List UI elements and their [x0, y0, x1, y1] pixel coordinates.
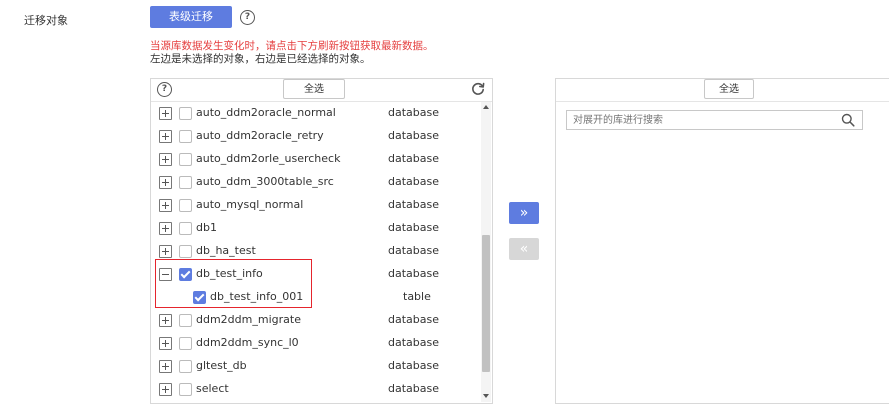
row-checkbox[interactable]: [179, 107, 192, 120]
tree-row[interactable]: auto_ddm_3000table_src database: [151, 171, 481, 194]
help-icon[interactable]: ?: [240, 10, 255, 25]
tree-row[interactable]: ddm2ddm_sync_l0 database: [151, 332, 481, 355]
row-name: gltest_db: [196, 359, 247, 372]
move-right-button[interactable]: »: [509, 202, 539, 224]
selection-hint-text: 左边是未选择的对象，右边是已经选择的对象。: [150, 53, 371, 65]
selected-objects-header: 全选: [556, 79, 889, 102]
row-checkbox[interactable]: [179, 130, 192, 143]
expand-icon[interactable]: [159, 153, 172, 166]
row-name: auto_ddm2oracle_normal: [196, 106, 336, 119]
available-objects-panel: ? 全选 auto_ddm2oracle_normal database auto_…: [150, 78, 493, 404]
expand-icon[interactable]: [159, 360, 172, 373]
row-name: auto_mysql_normal: [196, 198, 304, 211]
scroll-down-icon[interactable]: [483, 394, 489, 398]
expand-icon[interactable]: [159, 130, 172, 143]
row-checkbox[interactable]: [179, 222, 192, 235]
row-type: database: [388, 175, 439, 188]
row-name: ddm2ddm_sync_l0: [196, 336, 299, 349]
expand-icon[interactable]: [159, 245, 172, 258]
row-name: db1: [196, 221, 217, 234]
row-type: database: [388, 106, 439, 119]
row-checkbox[interactable]: [179, 245, 192, 258]
row-type: database: [388, 129, 439, 142]
tree-row[interactable]: ddm2ddm_migrate database: [151, 309, 481, 332]
scroll-up-icon[interactable]: [483, 105, 489, 109]
migration-object-label: 迁移对象: [24, 14, 68, 27]
row-name: ddm2ddm_migrate: [196, 313, 301, 326]
row-name: select: [196, 382, 229, 395]
row-type: database: [388, 313, 439, 326]
move-left-button[interactable]: «: [509, 238, 539, 260]
row-type: database: [388, 336, 439, 349]
expand-icon[interactable]: [159, 199, 172, 212]
row-name: auto_ddm2oracle_retry: [196, 129, 324, 142]
search-input[interactable]: [566, 110, 863, 130]
row-checkbox[interactable]: [179, 337, 192, 350]
row-name: auto_ddm_3000table_src: [196, 175, 334, 188]
select-all-button[interactable]: 全选: [283, 79, 345, 99]
expand-icon[interactable]: [159, 383, 172, 396]
row-type: database: [388, 221, 439, 234]
row-type: database: [388, 198, 439, 211]
tree-row[interactable]: auto_ddm2orle_usercheck database: [151, 148, 481, 171]
table-level-migration-button[interactable]: 表级迁移: [150, 6, 232, 28]
selection-highlight: [155, 259, 312, 308]
row-name: db_ha_test: [196, 244, 256, 257]
expand-icon[interactable]: [159, 314, 172, 327]
row-type: database: [388, 244, 439, 257]
selected-objects-panel: 全选: [555, 78, 889, 404]
row-type: database: [388, 382, 439, 395]
tree-row[interactable]: auto_ddm2oracle_retry database: [151, 125, 481, 148]
expand-icon[interactable]: [159, 176, 172, 189]
row-checkbox[interactable]: [179, 153, 192, 166]
row-type: database: [388, 152, 439, 165]
row-type: table: [403, 290, 431, 303]
row-type: database: [388, 267, 439, 280]
row-checkbox[interactable]: [179, 199, 192, 212]
tree-row[interactable]: auto_ddm2oracle_normal database: [151, 102, 481, 125]
expand-icon[interactable]: [159, 222, 172, 235]
scrollbar-thumb[interactable]: [482, 235, 490, 372]
expand-icon[interactable]: [159, 337, 172, 350]
tree-row[interactable]: select database: [151, 378, 481, 401]
search-icon[interactable]: [841, 113, 855, 127]
tree-row[interactable]: auto_mysql_normal database: [151, 194, 481, 217]
panel-help-icon[interactable]: ?: [157, 82, 172, 97]
scrollbar[interactable]: [481, 102, 491, 402]
row-name: auto_ddm2orle_usercheck: [196, 152, 341, 165]
row-checkbox[interactable]: [179, 360, 192, 373]
row-checkbox[interactable]: [179, 314, 192, 327]
refresh-icon[interactable]: [470, 81, 486, 97]
row-checkbox[interactable]: [179, 176, 192, 189]
expand-icon[interactable]: [159, 107, 172, 120]
available-objects-header: ? 全选: [151, 79, 492, 102]
tree-row[interactable]: gltest_db database: [151, 355, 481, 378]
select-all-selected-button[interactable]: 全选: [704, 79, 754, 99]
row-checkbox[interactable]: [179, 383, 192, 396]
tree-row[interactable]: db1 database: [151, 217, 481, 240]
row-type: database: [388, 359, 439, 372]
